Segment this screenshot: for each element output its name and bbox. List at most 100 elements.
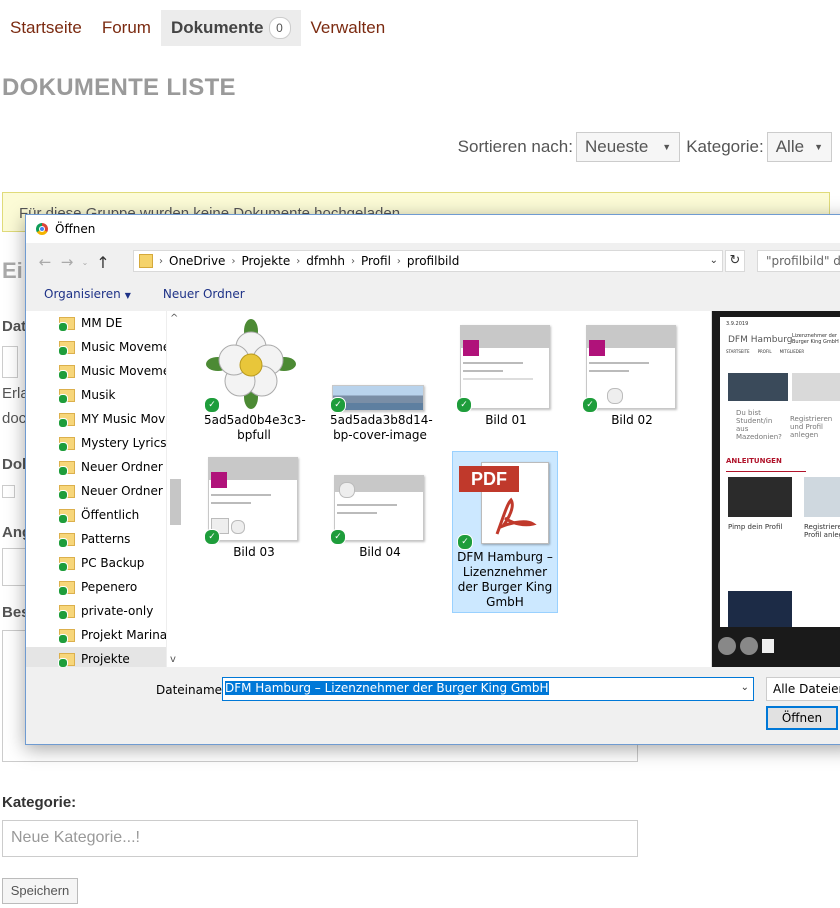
file-item[interactable]: ✓ Bild 04 (330, 451, 430, 581)
tree-item-label: Pepenero (81, 580, 138, 594)
scrollbar-thumb[interactable] (170, 479, 181, 525)
search-input[interactable]: "profilbild" durchsuchen (757, 250, 840, 272)
nav-startseite[interactable]: Startseite (0, 10, 92, 46)
form-heading-fragment: Ei (2, 258, 23, 283)
new-folder-button[interactable]: Neuer Ordner (163, 287, 245, 301)
dialog-toolbar: Organisieren ▼ Neuer Ordner (26, 279, 840, 309)
filename-input[interactable]: DFM Hamburg – Lizenznehmer der Burger Ki… (222, 677, 754, 701)
folder-icon (58, 316, 75, 332)
tree-item-label: private-only (81, 604, 154, 618)
dialog-bottom-bar: Dateiname: DFM Hamburg – Lizenznehmer de… (26, 667, 840, 744)
organize-label: Organisieren (44, 287, 121, 301)
save-button[interactable]: Speichern (2, 878, 78, 904)
tree-item-label: Neuer Ordner (2 (81, 484, 179, 498)
file-item[interactable]: ✓ 5ad5ada3b8d14- bp-cover-image (330, 319, 433, 449)
preview-page: 3.9.2019 DFM Hamburg Lizenznehmer der Bu… (720, 317, 840, 627)
chevron-down-icon: ▼ (814, 142, 823, 152)
forward-arrow-icon[interactable]: → (56, 253, 78, 271)
tree-item[interactable]: Neuer Ordner (2 (26, 479, 184, 503)
tree-item[interactable]: Projekt Marina (26, 623, 184, 647)
category-filter-label: Kategorie: (686, 137, 764, 156)
tree-item[interactable]: Neuer Ordner (26, 455, 184, 479)
folder-icon (58, 604, 75, 620)
tree-item[interactable]: Music Movemer (26, 359, 184, 383)
breadcrumb-profil[interactable]: Profil (361, 254, 391, 268)
file-item[interactable]: ✓ Bild 03 (204, 451, 304, 581)
chrome-icon (36, 223, 48, 235)
category-select[interactable]: Alle ▼ (766, 132, 832, 162)
file-label: 5ad5ada3b8d14- bp-cover-image (330, 413, 433, 442)
tree-item[interactable]: MY Music Move (26, 407, 184, 431)
breadcrumb-profilbild[interactable]: profilbild (407, 254, 459, 268)
tree-item-label: MY Music Move (81, 412, 173, 426)
recent-dropdown-icon[interactable]: ⌄ (78, 258, 92, 267)
tree-item-label: Projekte (81, 652, 130, 666)
folder-icon (58, 412, 75, 428)
file-item[interactable]: ✓ Bild 01 (456, 319, 556, 449)
breadcrumb-projekte[interactable]: Projekte (241, 254, 290, 268)
nav-dokumente[interactable]: Dokumente 0 (160, 10, 301, 46)
tree-item[interactable]: PC Backup (26, 551, 184, 575)
organize-button[interactable]: Organisieren ▼ (44, 287, 131, 301)
preview-down-icon[interactable] (740, 637, 758, 655)
breadcrumb-onedrive[interactable]: OneDrive (169, 254, 225, 268)
chevron-down-icon[interactable]: ⌄ (710, 255, 718, 266)
file-label: 5ad5ad0b4e3c3- bpfull (204, 413, 306, 442)
tree-item[interactable]: private-only (26, 599, 184, 623)
tree-item-label: Mystery Lyrics (81, 436, 167, 450)
breadcrumb-dfmhh[interactable]: dfmhh (306, 254, 345, 268)
tree-scrollbar[interactable]: ^ v (166, 311, 184, 667)
chevron-down-icon: ▼ (124, 291, 131, 300)
dialog-titlebar: Öffnen (26, 215, 840, 243)
tree-item-label: Neuer Ordner (81, 460, 163, 474)
sort-select[interactable]: Neueste ▼ (575, 132, 681, 162)
address-bar[interactable]: › OneDrive › Projekte › dfmhh › Profil ›… (133, 250, 723, 272)
synced-check-icon: ✓ (204, 529, 220, 545)
scroll-up-icon[interactable]: ^ (170, 313, 178, 324)
tree-item[interactable]: Pepenero (26, 575, 184, 599)
tree-item-label: Patterns (81, 532, 131, 546)
synced-check-icon: ✓ (204, 397, 220, 413)
nav-verwalten[interactable]: Verwalten (301, 10, 396, 46)
new-category-input[interactable]: Neue Kategorie...! (2, 820, 638, 857)
folder-icon (58, 652, 75, 667)
tree-item-label: Music Movemer (81, 340, 176, 354)
tree-item-label: PC Backup (81, 556, 145, 570)
folder-icon (58, 508, 75, 524)
tree-item[interactable]: Öffentlich (26, 503, 184, 527)
file-grid: ✓ 5ad5ad0b4e3c3- bpfull ✓ 5ad5ada3b8d14- b… (184, 311, 711, 667)
file-input-fragment[interactable] (2, 346, 18, 378)
open-file-dialog: Öffnen ← → ⌄ ↑ › OneDrive › Projekte › d… (25, 214, 840, 745)
file-item-selected[interactable]: PDF ✓ DFM Hamburg – Lizenznehmer der Burge… (452, 451, 558, 613)
nav-dokumente-label: Dokumente (170, 18, 264, 37)
file-label: Bild 03 (233, 545, 275, 559)
folder-tree: MM DE Music Movemer Music Movemer Musik … (26, 311, 184, 667)
scroll-down-icon[interactable]: v (170, 654, 176, 665)
tree-item[interactable]: Mystery Lyrics (26, 431, 184, 455)
tree-item[interactable]: Musik (26, 383, 184, 407)
file-item[interactable]: ✓ 5ad5ad0b4e3c3- bpfull (204, 319, 306, 449)
dialog-title: Öffnen (55, 222, 96, 236)
tree-item-selected[interactable]: Projekte (26, 647, 184, 667)
checkbox[interactable] (2, 485, 15, 498)
tree-item-label: Music Movemer (81, 364, 176, 378)
chevron-right-icon: › (350, 255, 355, 267)
tree-item[interactable]: Patterns (26, 527, 184, 551)
up-arrow-icon[interactable]: ↑ (92, 253, 114, 272)
open-button[interactable]: Öffnen (766, 706, 838, 730)
back-arrow-icon[interactable]: ← (34, 253, 56, 271)
address-row: ← → ⌄ ↑ › OneDrive › Projekte › dfmhh › … (26, 248, 840, 276)
chevron-right-icon: › (296, 255, 301, 267)
page-title: DOKUMENTE LISTE (2, 74, 236, 101)
input-fragment[interactable] (2, 548, 26, 586)
preview-up-icon[interactable] (718, 637, 736, 655)
tree-item[interactable]: MM DE (26, 311, 184, 335)
file-label: DFM Hamburg – Lizenznehmer der Burger King… (457, 550, 553, 609)
tree-item[interactable]: Music Movemer (26, 335, 184, 359)
category-label: Kategorie: (2, 794, 77, 811)
file-item[interactable]: ✓ Bild 02 (582, 319, 682, 449)
chevron-down-icon[interactable]: ⌄ (741, 682, 749, 693)
refresh-icon[interactable]: ↻ (725, 250, 745, 272)
nav-forum[interactable]: Forum (92, 10, 161, 46)
file-type-select[interactable]: Alle Dateien (766, 677, 840, 701)
